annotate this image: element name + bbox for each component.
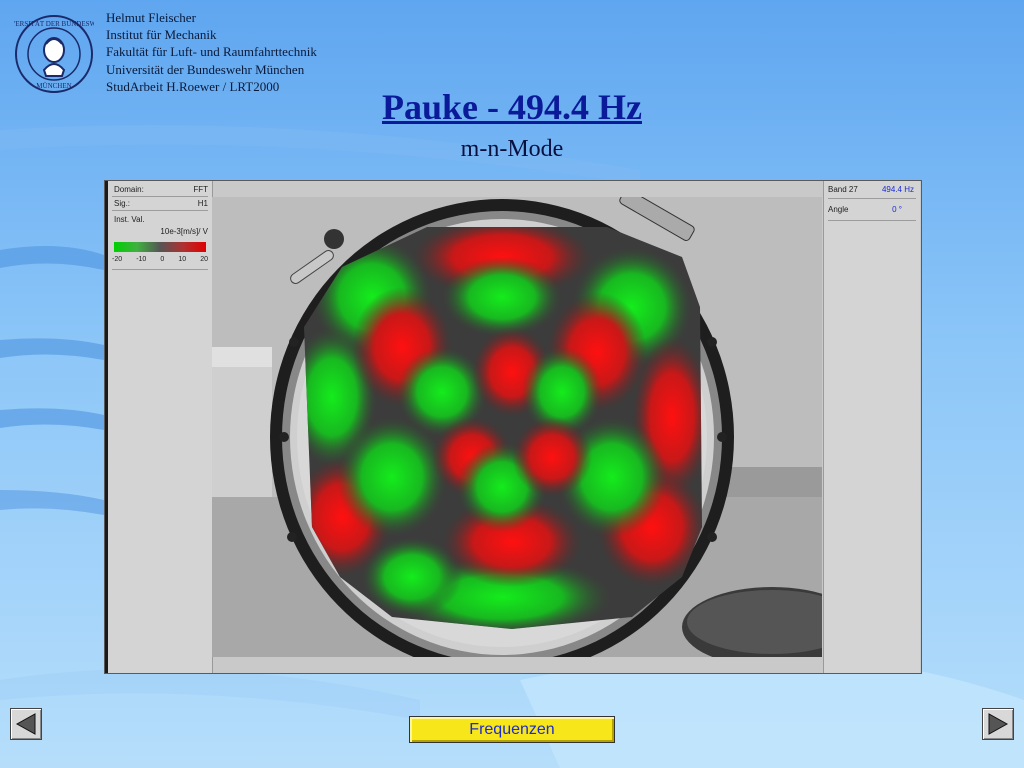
band-row: Band 27 494.4 Hz xyxy=(828,185,914,194)
triangle-left-icon xyxy=(15,713,36,735)
separator xyxy=(828,198,916,199)
angle-row: Angle 0 ° xyxy=(828,205,914,214)
next-slide-button[interactable] xyxy=(982,708,1014,740)
angle-value: 0 ° xyxy=(892,205,902,214)
viewer-left-panel: Domain: FFT Sig.: H1 Inst. Val. 10e-3[m/… xyxy=(108,181,213,673)
unit-row: 10e-3[m/s]/ V xyxy=(114,227,208,236)
frequenzen-button[interactable]: Frequenzen xyxy=(409,716,615,743)
color-scale-bar xyxy=(114,242,206,252)
scale-tick: 20 xyxy=(200,256,208,263)
sig-value: H1 xyxy=(197,199,208,208)
institute-name: Institut für Mechanik xyxy=(106,27,217,43)
inst-val-row: Inst. Val. xyxy=(114,215,208,224)
viewer-right-panel: Band 27 494.4 Hz Angle 0 ° xyxy=(823,181,920,673)
domain-value: FFT xyxy=(193,185,208,194)
separator xyxy=(112,210,208,211)
author-info: Helmut Fleischer Institut für Mechanik F… xyxy=(106,9,317,95)
faculty-name: Fakultät für Luft- und Raumfahrttechnik xyxy=(106,44,317,60)
inst-val-label: Inst. Val. xyxy=(114,215,145,224)
svg-text:UNIVERSITÄT DER BUNDESWEHR: UNIVERSITÄT DER BUNDESWEHR xyxy=(14,20,94,28)
triangle-right-icon xyxy=(988,713,1009,735)
sig-label: Sig.: xyxy=(114,199,131,208)
scale-tick: 10 xyxy=(178,256,187,263)
domain-row: Domain: FFT xyxy=(114,185,208,194)
vibration-viewer: Domain: FFT Sig.: H1 Inst. Val. 10e-3[m/… xyxy=(104,180,922,674)
previous-slide-button[interactable] xyxy=(10,708,42,740)
scale-tick: -10 xyxy=(136,256,147,263)
domain-label: Domain: xyxy=(114,185,144,194)
unit-label: 10e-3[m/s]/ V xyxy=(160,227,208,236)
separator xyxy=(112,196,208,197)
university-name: Universität der Bundeswehr München xyxy=(106,61,305,77)
scale-tick: 0 xyxy=(160,256,165,263)
mode-shape-pattern xyxy=(304,227,702,629)
band-label: Band 27 xyxy=(828,185,858,194)
angle-label: Angle xyxy=(828,205,849,214)
scale-tick: -20 xyxy=(112,256,123,263)
color-scale-ticks: -20 -10 0 10 20 xyxy=(112,256,208,263)
sig-row: Sig.: H1 xyxy=(114,199,208,208)
band-value: 494.4 Hz xyxy=(881,185,914,194)
drum-mode-image xyxy=(212,197,822,657)
separator xyxy=(828,220,916,221)
slide-subtitle: m-n-Mode xyxy=(460,136,564,162)
slide-title: Pauke - 494.4 Hz xyxy=(382,87,642,127)
separator xyxy=(112,269,208,270)
university-logo: UNIVERSITÄT DER BUNDESWEHR MÜNCHEN xyxy=(0,14,110,94)
author-name: Helmut Fleischer xyxy=(106,10,196,25)
